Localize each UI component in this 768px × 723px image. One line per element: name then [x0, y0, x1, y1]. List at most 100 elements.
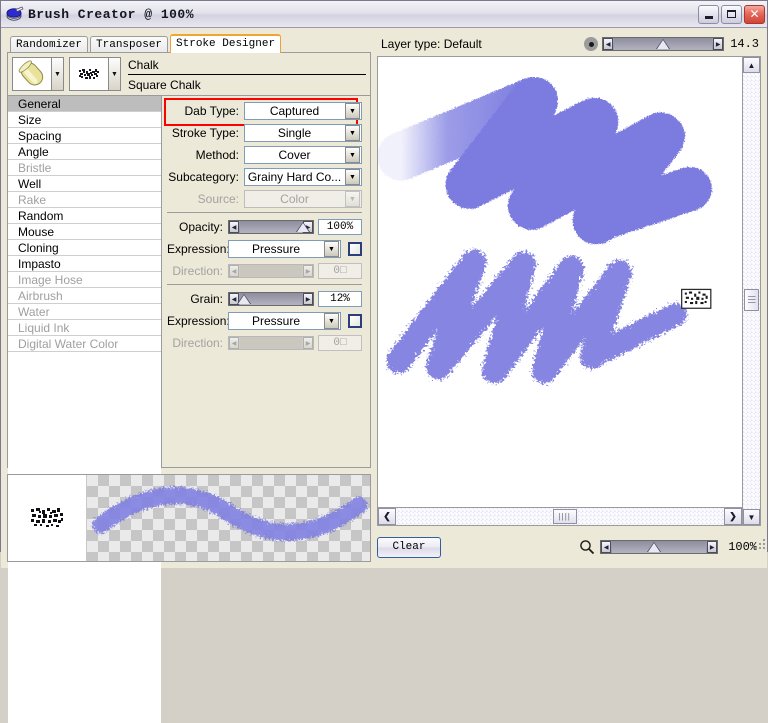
- subcategory-select[interactable]: Grainy Hard Co... ▼: [244, 168, 362, 186]
- slider-decrement[interactable]: ◀: [229, 221, 239, 233]
- stroke-type-value: Single: [245, 126, 344, 140]
- maximize-button[interactable]: [721, 5, 742, 24]
- brush-size-slider[interactable]: ◀ ▶: [602, 37, 724, 51]
- opacity-slider[interactable]: ◀ ▶: [228, 220, 314, 234]
- slider-track: [240, 221, 302, 233]
- grain-expression-checkbox[interactable]: [348, 314, 362, 328]
- client-area: Randomizer Transposer Stroke Designer: [1, 28, 767, 568]
- chevron-down-icon[interactable]: ▼: [108, 58, 120, 90]
- scroll-right-icon[interactable]: ❯: [724, 508, 742, 525]
- slider-decrement[interactable]: ◀: [601, 541, 611, 553]
- opacity-expression-value: Pressure: [229, 242, 323, 256]
- slider-increment[interactable]: ▶: [303, 293, 313, 305]
- slider-track: [240, 265, 302, 277]
- sidebar-item-spacing[interactable]: Spacing: [8, 128, 161, 144]
- grain-expression-value: Pressure: [229, 314, 323, 328]
- record-dot-icon[interactable]: [584, 37, 598, 51]
- sidebar-item-airbrush: Airbrush: [8, 288, 161, 304]
- dab-cursor: [682, 289, 711, 308]
- sidebar-item-rake: Rake: [8, 192, 161, 208]
- chevron-down-icon[interactable]: ▼: [51, 58, 63, 90]
- grain-value[interactable]: 12%: [318, 291, 362, 307]
- method-select[interactable]: Cover ▼: [244, 146, 362, 164]
- slider-decrement[interactable]: ◀: [603, 38, 613, 50]
- dab-texture-icon: [70, 58, 108, 90]
- zoom-slider[interactable]: ◀ ▶: [600, 540, 718, 554]
- hscroll-thumb[interactable]: ||||: [553, 509, 577, 524]
- tab-randomizer[interactable]: Randomizer: [10, 36, 88, 53]
- sidebar-item-cloning[interactable]: Cloning: [8, 240, 161, 256]
- sidebar-item-liquid-ink: Liquid Ink: [8, 320, 161, 336]
- close-button[interactable]: ✕: [744, 5, 765, 24]
- method-row: Method: Cover ▼: [167, 145, 362, 165]
- captured-dab-thumbnail: [8, 475, 87, 561]
- brush-size-value: 14.3: [730, 37, 759, 51]
- source-select: Color ▼: [244, 190, 362, 208]
- chevron-down-icon[interactable]: ▼: [345, 125, 360, 141]
- vscroll-thumb[interactable]: |||: [744, 289, 759, 311]
- grain-slider[interactable]: ◀ ▶: [228, 292, 314, 306]
- sidebar-item-size[interactable]: Size: [8, 112, 161, 128]
- sidebar-item-random[interactable]: Random: [8, 208, 161, 224]
- scroll-up-icon[interactable]: ▲: [743, 57, 760, 73]
- grain-row: Grain: ◀ ▶ 12%: [167, 289, 362, 309]
- sidebar-item-well[interactable]: Well: [8, 176, 161, 192]
- dab-type-select[interactable]: Captured ▼: [244, 102, 362, 120]
- sidebar-item-impasto[interactable]: Impasto: [8, 256, 161, 272]
- stroke-canvas[interactable]: [378, 57, 742, 507]
- method-label: Method:: [167, 148, 244, 162]
- slider-thumb[interactable]: [238, 293, 250, 305]
- sidebar-item-image-hose: Image Hose: [8, 272, 161, 288]
- slider-decrement: ◀: [229, 337, 239, 349]
- vertical-scrollbar[interactable]: ▲ ||| ▼: [742, 57, 760, 525]
- dab-type-row: Dab Type: Captured ▼: [167, 101, 362, 121]
- stroke-designer-panel: ▼: [7, 52, 371, 468]
- minimize-button[interactable]: [698, 5, 719, 24]
- brush-variant-combo[interactable]: ▼: [69, 57, 121, 91]
- opacity-expression-select[interactable]: Pressure ▼: [228, 240, 341, 258]
- slider-thumb[interactable]: [297, 221, 309, 233]
- layer-type-row: Layer type: Default ◀ ▶ 14.3: [377, 34, 761, 56]
- tab-bar: Randomizer Transposer Stroke Designer: [7, 34, 371, 53]
- sidebar-item-general[interactable]: General: [8, 96, 161, 112]
- opacity-expression-checkbox[interactable]: [348, 242, 362, 256]
- chevron-down-icon[interactable]: ▼: [345, 147, 360, 163]
- subcategory-label: Subcategory:: [167, 170, 244, 184]
- tab-stroke-designer[interactable]: Stroke Designer: [170, 34, 281, 53]
- resize-grip[interactable]: [753, 537, 765, 549]
- grain-direction-value: 0□: [318, 335, 362, 351]
- brush-category-combo[interactable]: ▼: [12, 57, 64, 91]
- dab-type-label: Dab Type:: [167, 104, 244, 118]
- chevron-down-icon[interactable]: ▼: [345, 103, 360, 119]
- stroke-type-select[interactable]: Single ▼: [244, 124, 362, 142]
- grip-icon: |||: [747, 295, 755, 304]
- window-title: Brush Creator @ 100%: [28, 7, 698, 22]
- magnifier-icon[interactable]: [579, 539, 595, 555]
- opacity-label: Opacity:: [167, 220, 228, 234]
- stroke-type-row: Stroke Type: Single ▼: [167, 123, 362, 143]
- opacity-value[interactable]: 100%: [318, 219, 362, 235]
- sidebar-item-angle[interactable]: Angle: [8, 144, 161, 160]
- sidebar-item-bristle: Bristle: [8, 160, 161, 176]
- category-list[interactable]: General Size Spacing Angle Bristle Well …: [8, 96, 162, 467]
- slider-decrement: ◀: [229, 265, 239, 277]
- grain-expression-select[interactable]: Pressure ▼: [228, 312, 341, 330]
- panel-split: General Size Spacing Angle Bristle Well …: [8, 95, 370, 467]
- tab-transposer[interactable]: Transposer: [90, 36, 168, 53]
- clear-button[interactable]: Clear: [377, 537, 441, 558]
- horizontal-scrollbar[interactable]: ❮ |||| ❯: [378, 507, 742, 525]
- chevron-down-icon[interactable]: ▼: [345, 169, 360, 185]
- scroll-left-icon[interactable]: ❮: [378, 508, 396, 525]
- slider-thumb[interactable]: [657, 38, 669, 50]
- grain-direction-label: Direction:: [167, 336, 228, 350]
- sidebar-item-digital-water-color: Digital Water Color: [8, 336, 161, 352]
- slider-thumb[interactable]: [648, 541, 660, 553]
- sidebar-item-mouse[interactable]: Mouse: [8, 224, 161, 240]
- scroll-down-icon[interactable]: ▼: [743, 509, 760, 525]
- slider-increment[interactable]: ▶: [713, 38, 723, 50]
- chevron-down-icon[interactable]: ▼: [324, 313, 339, 329]
- grain-direction-slider: ◀ ▶: [228, 336, 314, 350]
- close-icon: ✕: [745, 6, 764, 23]
- slider-increment[interactable]: ▶: [707, 541, 717, 553]
- chevron-down-icon[interactable]: ▼: [324, 241, 339, 257]
